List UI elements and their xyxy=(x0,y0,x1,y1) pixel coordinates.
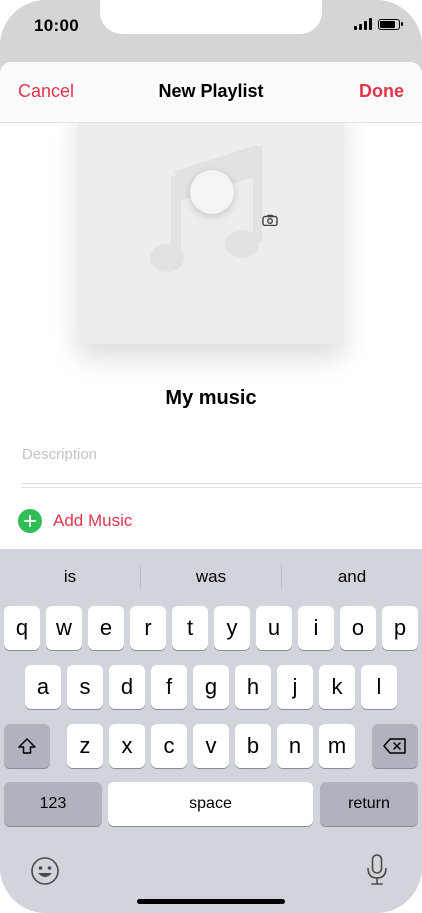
key-j[interactable]: j xyxy=(277,665,313,709)
return-key[interactable]: return xyxy=(320,782,418,826)
add-music-label: Add Music xyxy=(53,511,133,530)
key-r[interactable]: r xyxy=(130,606,166,650)
key-w[interactable]: w xyxy=(46,606,82,650)
notch xyxy=(100,0,322,34)
key-i[interactable]: i xyxy=(298,606,334,650)
playlist-artwork[interactable] xyxy=(78,102,344,344)
key-p[interactable]: p xyxy=(382,606,418,650)
key-f[interactable]: f xyxy=(151,665,187,709)
playlist-name-field[interactable]: My music xyxy=(0,387,422,410)
delete-key[interactable] xyxy=(372,724,418,768)
key-s[interactable]: s xyxy=(67,665,103,709)
key-z[interactable]: z xyxy=(67,724,103,768)
key-c[interactable]: c xyxy=(151,724,187,768)
key-l[interactable]: l xyxy=(361,665,397,709)
key-e[interactable]: e xyxy=(88,606,124,650)
keyboard: is was and q w e r t y u i o p a s d f g… xyxy=(0,549,422,913)
suggestion-2[interactable]: was xyxy=(141,567,281,587)
add-circle-icon xyxy=(18,509,42,533)
emoji-button[interactable] xyxy=(30,856,60,886)
home-indicator[interactable] xyxy=(137,899,285,904)
key-b[interactable]: b xyxy=(235,724,271,768)
key-d[interactable]: d xyxy=(109,665,145,709)
nav-bar: Cancel New Playlist Done xyxy=(0,62,422,123)
divider xyxy=(22,487,422,488)
signal-icon xyxy=(354,18,372,30)
camera-button[interactable] xyxy=(190,170,278,226)
space-key[interactable]: space xyxy=(108,782,313,826)
key-y[interactable]: y xyxy=(214,606,250,650)
music-note-icon xyxy=(150,146,262,272)
key-n[interactable]: n xyxy=(277,724,313,768)
key-u[interactable]: u xyxy=(256,606,292,650)
key-q[interactable]: q xyxy=(4,606,40,650)
status-time: 10:00 xyxy=(34,16,79,35)
status-icons xyxy=(354,18,403,30)
new-playlist-sheet: Cancel New Playlist Done My music Descri… xyxy=(0,62,422,549)
suggestion-3[interactable]: and xyxy=(282,567,422,587)
suggestion-bar: is was and xyxy=(0,549,422,605)
camera-icon xyxy=(262,214,278,226)
key-m[interactable]: m xyxy=(319,724,355,768)
key-k[interactable]: k xyxy=(319,665,355,709)
delete-icon xyxy=(383,738,406,754)
numbers-key[interactable]: 123 xyxy=(4,782,102,826)
battery-icon xyxy=(378,18,403,30)
key-v[interactable]: v xyxy=(193,724,229,768)
shift-icon xyxy=(18,738,36,754)
divider xyxy=(22,483,422,484)
add-music-button[interactable]: Add Music xyxy=(18,509,132,533)
key-g[interactable]: g xyxy=(193,665,229,709)
phone-screen: 10:00 Cancel New Playlist Done My music … xyxy=(0,0,422,913)
suggestion-1[interactable]: is xyxy=(0,567,140,587)
shift-key[interactable] xyxy=(4,724,50,768)
key-t[interactable]: t xyxy=(172,606,208,650)
dictation-button[interactable] xyxy=(364,853,390,887)
microphone-icon xyxy=(367,854,387,885)
key-o[interactable]: o xyxy=(340,606,376,650)
key-x[interactable]: x xyxy=(109,724,145,768)
emoji-icon xyxy=(31,857,59,885)
key-h[interactable]: h xyxy=(235,665,271,709)
status-bar: 10:00 xyxy=(0,0,422,62)
done-button[interactable]: Done xyxy=(359,81,404,102)
description-field[interactable]: Description xyxy=(22,446,97,463)
key-a[interactable]: a xyxy=(25,665,61,709)
